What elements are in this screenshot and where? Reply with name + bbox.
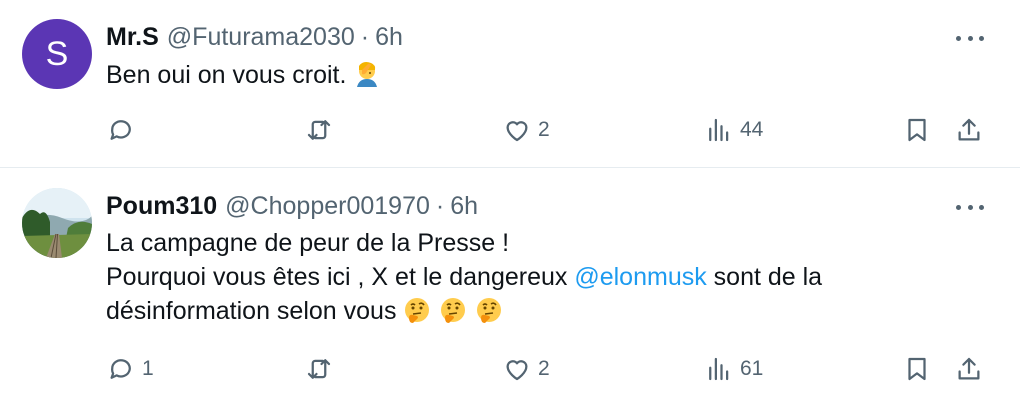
views-chart-icon [709,357,729,381]
mention-link[interactable]: @elonmusk [574,263,706,291]
tweet[interactable]: Poum310 @Chopper001970 · 6h La campagne … [0,169,1020,402]
share-button[interactable] [954,110,984,150]
facepalm-emoji-icon [357,62,378,87]
bookmark-button[interactable] [902,110,932,150]
like-count: 2 [538,357,550,380]
author-handle[interactable]: @Futurama2030 [167,23,355,52]
tweet-line-1: La campagne de peur de la Presse ! [106,229,510,257]
thinking-emoji-icon [405,298,430,323]
action-bar: 1 2 61 [0,349,1020,389]
tweet-header: Mr.S @Futurama2030 · 6h [106,19,403,55]
tweet[interactable]: S Mr.S @Futurama2030 · 6h Ben oui on vou… [0,0,1020,168]
avatar[interactable]: S [22,19,92,89]
share-icon [958,118,980,141]
bookmark-icon [908,118,926,142]
thinking-emoji-icon [477,298,502,323]
action-bar: 2 44 [0,110,1020,150]
heart-icon [506,121,528,142]
tweet-text-content: Ben oui on vous croit. [106,61,347,89]
author-name[interactable]: Poum310 [106,192,217,221]
tweet-header: Poum310 @Chopper001970 · 6h [106,188,478,224]
timestamp[interactable]: 6h [450,192,478,221]
views-chart-icon [709,118,729,142]
bookmark-button[interactable] [902,349,932,389]
views-button[interactable]: 61 [704,349,763,389]
retweet-icon [307,359,331,379]
timestamp[interactable]: 6h [375,23,403,52]
tweet-line-3: désinformation selon vous [106,294,822,328]
tweet-text: La campagne de peur de la Presse ! Pourq… [106,226,822,328]
tweet-line-2-before: Pourquoi vous êtes ici , X et le dangere… [106,263,575,291]
more-options-icon[interactable] [956,28,984,48]
reply-icon [110,359,131,379]
bookmark-icon [908,357,926,381]
tweet-line-2: Pourquoi vous êtes ici , X et le dangere… [106,260,822,294]
like-button[interactable]: 2 [502,349,550,389]
share-button[interactable] [954,349,984,389]
like-button[interactable]: 2 [502,110,550,150]
like-count: 2 [538,118,550,141]
separator-dot: · [435,191,445,220]
reply-count: 1 [142,357,154,380]
thinking-emoji-icon [441,298,466,323]
author-name[interactable]: Mr.S [106,23,159,52]
tweet-line-3-text: désinformation selon vous [106,297,404,325]
avatar[interactable] [22,188,92,258]
views-button[interactable]: 44 [704,110,763,150]
retweet-button[interactable] [304,349,334,389]
reply-icon [110,120,131,140]
avatar-letter: S [45,34,69,73]
more-options-icon[interactable] [956,197,984,217]
reply-button[interactable] [106,110,142,150]
heart-icon [506,360,528,381]
share-icon [958,357,980,380]
tweet-text: Ben oui on vous croit. [106,58,389,92]
reply-button[interactable]: 1 [106,349,154,389]
retweet-button[interactable] [304,110,334,150]
retweet-icon [307,120,331,140]
view-count: 61 [740,357,764,380]
author-handle[interactable]: @Chopper001970 [225,192,430,221]
separator-dot: · [360,22,370,51]
landscape-avatar-image [22,188,92,258]
view-count: 44 [740,118,764,141]
tweet-line-2-after: sont de la [706,263,823,291]
